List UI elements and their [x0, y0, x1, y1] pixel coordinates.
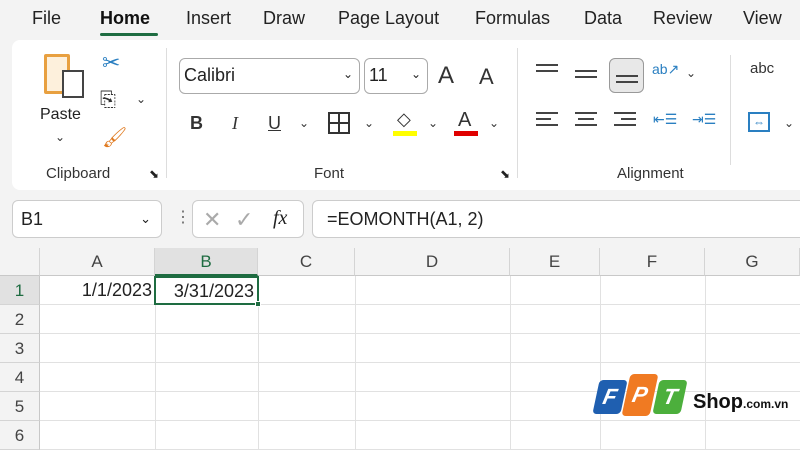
increase-indent-icon[interactable]: ⇥☰	[692, 112, 716, 126]
separator	[166, 48, 167, 178]
alignment-group-label: Alignment	[617, 165, 684, 182]
fill-color-swatch	[393, 131, 417, 136]
separator	[517, 48, 518, 178]
gridline	[600, 276, 601, 450]
row-header-5[interactable]: 5	[0, 392, 40, 421]
orientation-chevron-icon[interactable]: ⌄	[686, 66, 696, 80]
ribbon: Paste ⌄ ✂ ⎘ ⌄ 🖌 Clipboard ⬊ Calibri ⌄ 11 ⌄…	[12, 40, 800, 190]
font-group-label: Font	[314, 165, 345, 182]
paste-page-icon	[62, 70, 84, 98]
column-header-b[interactable]: B	[155, 248, 258, 276]
align-right-icon[interactable]	[614, 108, 636, 130]
tab-page-layout[interactable]: Page Layout	[338, 8, 439, 29]
separator	[730, 55, 731, 165]
name-box[interactable]: B1 ⌄	[12, 200, 162, 238]
borders-icon[interactable]	[328, 112, 350, 134]
merge-chevron-icon[interactable]: ⌄	[784, 116, 794, 130]
select-all-corner[interactable]	[0, 248, 40, 276]
chevron-down-icon: ⌄	[342, 67, 353, 81]
formula-buttons: ✕ ✓ fx	[192, 200, 304, 238]
font-color-swatch	[454, 131, 478, 136]
row-header-1[interactable]: 1	[0, 276, 40, 305]
fill-handle[interactable]	[255, 301, 261, 307]
tab-formulas[interactable]: Formulas	[475, 8, 550, 29]
column-header-g[interactable]: G	[705, 248, 800, 276]
tab-draw[interactable]: Draw	[263, 8, 305, 29]
cut-icon[interactable]: ✂	[102, 52, 120, 74]
watermark-text: Shop.com.vn	[693, 391, 788, 414]
font-size-select[interactable]: 11 ⌄	[364, 58, 428, 94]
row-header-3[interactable]: 3	[0, 334, 40, 363]
borders-chevron-icon[interactable]: ⌄	[364, 116, 374, 130]
top-align-icon[interactable]	[536, 60, 558, 76]
gridline	[705, 276, 706, 450]
drag-handle-icon[interactable]: ⋮	[175, 207, 191, 227]
grow-font-button[interactable]: A	[438, 64, 454, 88]
bottom-align-button[interactable]	[609, 58, 644, 93]
tab-home[interactable]: Home	[100, 8, 150, 29]
name-box-value: B1	[21, 209, 44, 229]
fill-chevron-icon[interactable]: ⌄	[428, 116, 438, 130]
gridline	[355, 276, 356, 450]
decrease-indent-icon[interactable]: ⇤☰	[653, 112, 677, 126]
underline-chevron-icon[interactable]: ⌄	[299, 116, 309, 130]
row-header-4[interactable]: 4	[0, 363, 40, 392]
tab-insert[interactable]: Insert	[186, 8, 231, 29]
orientation-icon[interactable]: ab↗	[652, 62, 679, 76]
italic-button[interactable]: I	[232, 114, 238, 132]
chevron-down-icon: ⌄	[410, 67, 421, 81]
cell-a1[interactable]: 1/1/2023	[40, 276, 155, 305]
formula-input[interactable]: =EOMONTH(A1, 2)	[312, 200, 800, 238]
clipboard-group-label: Clipboard	[46, 165, 111, 182]
copy-chevron-icon[interactable]: ⌄	[136, 92, 146, 106]
clipboard-launcher-icon[interactable]: ⬊	[149, 167, 159, 181]
insert-function-button[interactable]: fx	[273, 207, 287, 230]
column-header-e[interactable]: E	[510, 248, 600, 276]
column-header-d[interactable]: D	[355, 248, 510, 276]
font-size-value: 11	[369, 65, 388, 85]
row-header-6[interactable]: 6	[0, 421, 40, 450]
font-name-select[interactable]: Calibri ⌄	[179, 58, 360, 94]
gridline	[510, 276, 511, 450]
paste-button[interactable]: Paste	[40, 106, 81, 124]
font-color-chevron-icon[interactable]: ⌄	[489, 116, 499, 130]
cancel-icon[interactable]: ✕	[203, 207, 221, 233]
bold-button[interactable]: B	[190, 114, 203, 132]
active-tab-indicator	[100, 33, 158, 36]
shrink-font-button[interactable]: A	[479, 66, 494, 88]
cell-b1-selected[interactable]: 3/31/2023	[154, 276, 259, 305]
font-launcher-icon[interactable]: ⬊	[500, 167, 510, 181]
formula-text: =EOMONTH(A1, 2)	[327, 209, 484, 229]
watermark-shop: Shop	[693, 391, 743, 413]
tab-file[interactable]: File	[32, 8, 61, 29]
tab-view[interactable]: View	[743, 8, 782, 29]
font-name-value: Calibri	[184, 65, 236, 85]
align-left-icon[interactable]	[536, 108, 558, 130]
enter-icon[interactable]: ✓	[235, 207, 253, 233]
tab-data[interactable]: Data	[584, 8, 622, 29]
tab-review[interactable]: Review	[653, 8, 712, 29]
wrap-text-icon[interactable]: abc	[750, 61, 774, 75]
fpt-logo: F P T	[592, 374, 688, 416]
row-header-2[interactable]: 2	[0, 305, 40, 334]
column-header-f[interactable]: F	[600, 248, 705, 276]
paste-chevron-icon[interactable]: ⌄	[55, 130, 65, 144]
align-center-icon[interactable]	[575, 108, 597, 130]
fill-color-icon[interactable]: ◇	[397, 110, 411, 128]
column-header-a[interactable]: A	[40, 248, 155, 276]
copy-icon[interactable]: ⎘	[100, 90, 116, 110]
watermark-suffix: .com.vn	[743, 397, 789, 411]
middle-align-icon[interactable]	[575, 66, 597, 82]
font-color-button[interactable]: A	[458, 110, 471, 130]
chevron-down-icon: ⌄	[140, 211, 151, 226]
column-header-c[interactable]: C	[258, 248, 355, 276]
format-painter-icon[interactable]: 🖌	[102, 128, 127, 148]
merge-center-icon[interactable]: ⇔	[748, 112, 770, 132]
underline-button[interactable]: U	[268, 114, 281, 132]
